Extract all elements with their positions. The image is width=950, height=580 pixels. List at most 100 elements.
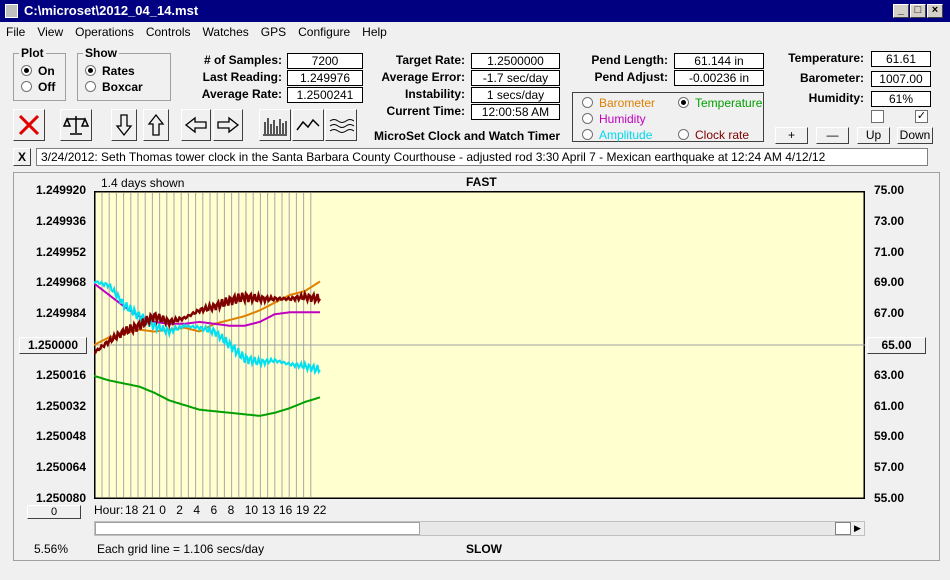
chart-plot-area (94, 191, 865, 499)
show-boxcar-radio[interactable]: Boxcar (85, 80, 143, 94)
window-title: C:\microset\2012_04_14.mst (24, 3, 199, 18)
menu-help[interactable]: Help (356, 22, 393, 42)
menu-watches[interactable]: Watches (197, 22, 255, 42)
temperature-radio[interactable]: Temperature (678, 96, 762, 110)
minimize-button[interactable]: _ (893, 4, 909, 18)
pend-adjust-field: -0.00236 in (674, 70, 764, 86)
radio-dot (582, 113, 593, 124)
down-button[interactable]: Down (897, 127, 933, 144)
hour-label: Hour: (94, 503, 124, 517)
days-shown-label: 1.4 days shown (101, 176, 185, 190)
slow-label: SLOW (466, 542, 502, 556)
right-tick-label: 59.00 (874, 429, 905, 444)
clock-rate-radio[interactable]: Clock rate (678, 128, 749, 142)
instability-label: Instability: (404, 87, 465, 101)
left-tick-label: 1.250016 (35, 367, 86, 382)
hour-tick-label: 2 (176, 503, 183, 517)
bar-histogram-icon (263, 118, 287, 136)
plot-on-radio[interactable]: On (21, 64, 55, 78)
scroll-right-arrow-icon[interactable]: ▶ (851, 522, 864, 535)
app-icon (5, 4, 18, 18)
radio-dot (582, 129, 593, 140)
current-time-field: 12:00:58 AM (471, 104, 560, 120)
left-tick-label: 1.249936 (35, 213, 86, 228)
line-button[interactable] (292, 109, 324, 141)
checkbox-right[interactable]: ✓ (915, 110, 928, 123)
barometer-radio[interactable]: Barometer (582, 96, 655, 110)
pend-adjust-label: Pend Adjust: (594, 70, 668, 84)
left-bottom-button[interactable]: 0 (27, 505, 81, 519)
balance-button[interactable] (60, 109, 92, 141)
hour-tick-label: 21 (142, 503, 156, 517)
wave-lines-icon (329, 119, 354, 133)
target-rate-field[interactable]: 1.2500000 (471, 53, 560, 69)
hour-tick-label: 6 (210, 503, 218, 517)
note-close-button[interactable]: X (13, 148, 31, 166)
radio-dot (85, 65, 96, 76)
humidity-radio[interactable]: Humidity (582, 112, 646, 126)
menu-file[interactable]: File (0, 22, 31, 42)
arrow-right-icon (217, 116, 240, 134)
menu-gps[interactable]: GPS (255, 22, 292, 42)
arrow-up-button[interactable] (143, 109, 169, 141)
line-graph-icon (296, 118, 320, 131)
radio-dot (21, 81, 32, 92)
percent-label: 5.56% (34, 542, 69, 556)
right-tick-label: 75.00 (874, 183, 905, 197)
close-button[interactable]: × (927, 4, 943, 18)
menu-operations[interactable]: Operations (69, 22, 140, 42)
hour-tick-label: 22 (313, 503, 327, 517)
menu-controls[interactable]: Controls (140, 22, 197, 42)
samples-label: # of Samples: (203, 53, 282, 67)
title-bar: C:\microset\2012_04_14.mst _ □ × (0, 0, 950, 22)
arrow-down-icon (115, 114, 133, 137)
hour-tick-label: 18 (125, 503, 139, 517)
right-tick-label: 55.00 (874, 491, 905, 505)
left-tick-label: 1.249984 (35, 306, 86, 321)
barometer-option-label: Barometer (599, 96, 656, 110)
left-tick-label: 1.250064 (35, 460, 86, 475)
up-button[interactable]: Up (857, 127, 890, 144)
left-tick-label: 1.249952 (35, 244, 86, 259)
menu-configure[interactable]: Configure (292, 22, 356, 42)
show-rates-radio[interactable]: Rates (85, 64, 135, 78)
red-x-icon (18, 114, 40, 136)
instability-field: 1 secs/day (471, 87, 560, 103)
plot-off-radio[interactable]: Off (21, 80, 55, 94)
maximize-button[interactable]: □ (910, 4, 926, 18)
clock-rate-option-label: Clock rate (695, 128, 750, 142)
hour-tick-label: 19 (296, 503, 310, 517)
checkbox-left[interactable] (871, 110, 884, 123)
arrow-down-button[interactable] (111, 109, 137, 141)
amplitude-radio[interactable]: Amplitude (582, 128, 652, 142)
radio-dot (678, 129, 689, 140)
stop-button[interactable] (13, 109, 45, 141)
menu-view[interactable]: View (31, 22, 69, 42)
left-tick-label: 1.250032 (35, 398, 86, 413)
right-tick-label: 63.00 (874, 367, 905, 382)
right-center-button[interactable]: 65.00 (867, 337, 926, 354)
average-rate-label: Average Rate: (201, 87, 282, 101)
arrow-right-button[interactable] (213, 109, 243, 141)
left-center-button[interactable]: 1.250000 (19, 337, 87, 354)
right-tick-label: 57.00 (874, 460, 905, 475)
hour-tick-label: 0 (159, 503, 166, 517)
minus-button[interactable]: — (816, 127, 849, 144)
show-rates-label: Rates (102, 64, 135, 78)
note-field[interactable]: 3/24/2012: Seth Thomas tower clock in th… (36, 148, 928, 166)
pend-length-field[interactable]: 61.144 in (674, 53, 764, 69)
radio-dot (85, 81, 96, 92)
last-reading-label: Last Reading: (202, 70, 282, 84)
arrow-left-button[interactable] (181, 109, 211, 141)
plot-off-label: Off (38, 80, 56, 94)
current-time-label: Current Time: (386, 104, 465, 118)
horizontal-scrollbar[interactable]: ▶ (94, 521, 865, 536)
scrollbar-thumb[interactable] (835, 522, 851, 535)
bars-button[interactable] (259, 109, 291, 141)
wave-button[interactable] (325, 109, 357, 141)
hour-tick-label: 16 (278, 503, 293, 517)
arrow-left-icon (184, 116, 207, 134)
plus-button[interactable]: + (775, 127, 808, 144)
average-error-label: Average Error: (381, 70, 465, 84)
temperature-option-label: Temperature (695, 96, 763, 110)
